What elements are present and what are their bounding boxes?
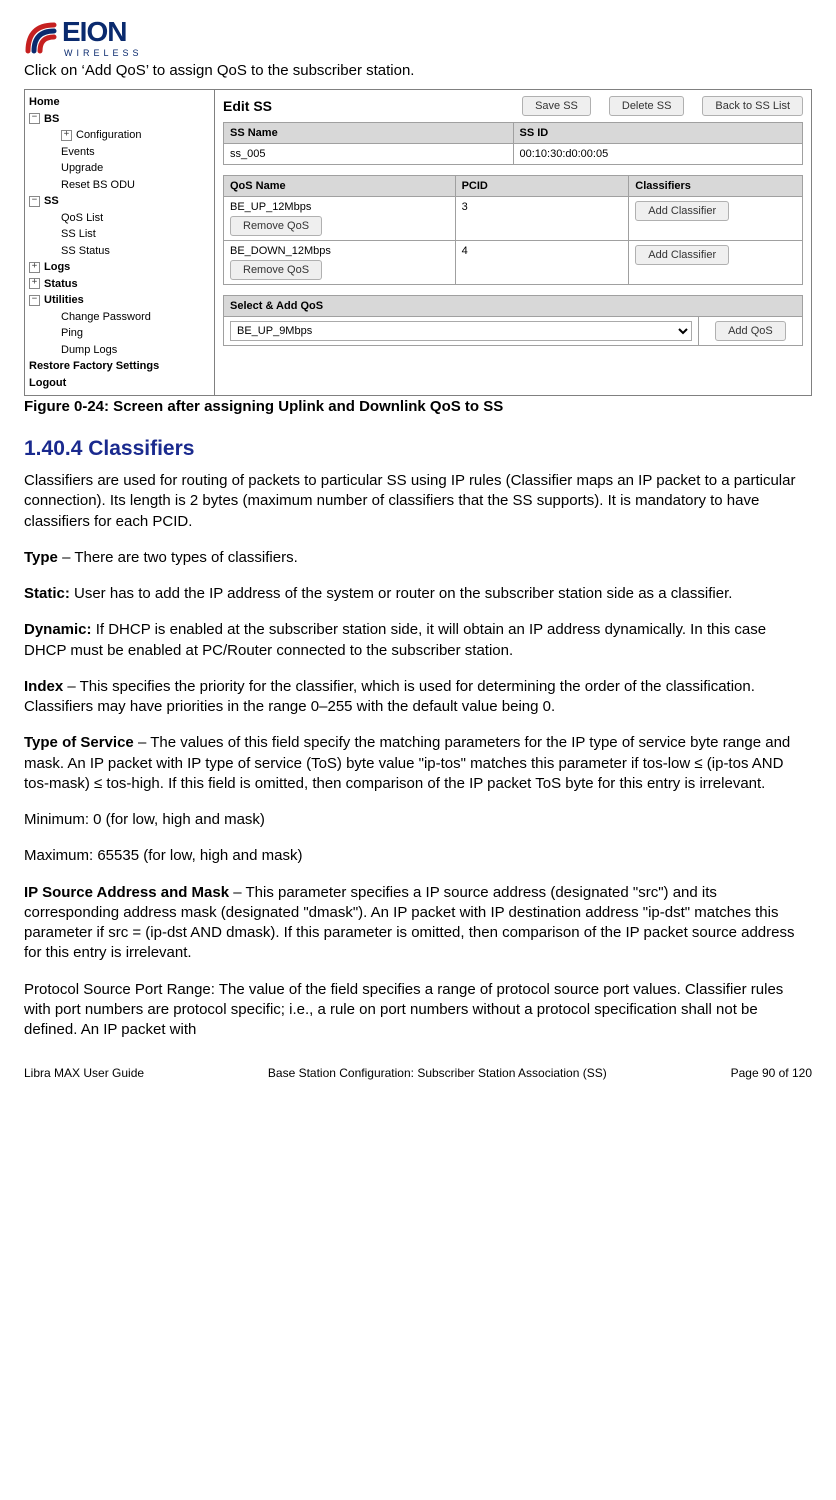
nav-util-dump[interactable]: Dump Logs xyxy=(29,342,212,359)
screenshot-panel: Home −BS +Configuration Events Upgrade R… xyxy=(24,89,812,396)
nav-ss[interactable]: SS xyxy=(44,193,59,210)
qos-select[interactable]: BE_UP_9Mbps xyxy=(230,321,692,341)
field-label: Index xyxy=(24,678,63,695)
table-row: BE_UP_12Mbps Remove QoS 3 Add Classifier xyxy=(224,197,803,241)
ssname-value: ss_005 xyxy=(224,144,514,165)
nav-status[interactable]: Status xyxy=(44,276,78,293)
brand-tagline: WIRELESS xyxy=(64,49,143,58)
addqos-header: Select & Add QoS xyxy=(224,296,803,317)
brand-logo: EION WIRELESS xyxy=(24,18,812,58)
qos-name: BE_DOWN_12Mbps xyxy=(230,245,449,257)
body-paragraph: Static: User has to add the IP address o… xyxy=(24,584,812,604)
nav-util-ping[interactable]: Ping xyxy=(29,325,212,342)
remove-qos-button[interactable]: Remove QoS xyxy=(230,260,322,280)
field-label: Type xyxy=(24,549,58,566)
body-paragraph: Type of Service – The values of this fie… xyxy=(24,733,812,794)
footer-left: Libra MAX User Guide xyxy=(24,1066,144,1080)
delete-ss-button[interactable]: Delete SS xyxy=(609,96,685,116)
section-heading: 1.40.4 Classifiers xyxy=(24,437,812,461)
ssname-header: SS Name xyxy=(224,123,514,144)
content-pane: Edit SS Save SS Delete SS Back to SS Lis… xyxy=(215,90,811,395)
expand-icon[interactable]: + xyxy=(29,278,40,289)
body-paragraph: Maximum: 65535 (for low, high and mask) xyxy=(24,846,812,866)
nav-bs[interactable]: BS xyxy=(44,111,59,128)
pcid-value: 3 xyxy=(455,197,629,241)
field-label: Dynamic: xyxy=(24,621,92,638)
nav-restore[interactable]: Restore Factory Settings xyxy=(29,358,212,375)
collapse-icon[interactable]: − xyxy=(29,113,40,124)
nav-bs-events[interactable]: Events xyxy=(29,144,212,161)
qos-name: BE_UP_12Mbps xyxy=(230,201,449,213)
field-label: Static: xyxy=(24,585,70,602)
collapse-icon[interactable]: − xyxy=(29,295,40,306)
nav-home[interactable]: Home xyxy=(29,94,212,111)
footer-right: Page 90 of 120 xyxy=(731,1066,812,1080)
add-qos-button[interactable]: Add QoS xyxy=(715,321,786,341)
nav-ss-sslist[interactable]: SS List xyxy=(29,226,212,243)
add-qos-table: Select & Add QoS BE_UP_9Mbps Add QoS xyxy=(223,295,803,346)
intro-text: Click on ‘Add QoS’ to assign QoS to the … xyxy=(24,62,812,79)
qos-table: QoS Name PCID Classifiers BE_UP_12Mbps R… xyxy=(223,175,803,285)
ss-identity-table: SS Name SS ID ss_005 00:10:30:d0:00:05 xyxy=(223,122,803,165)
pcid-value: 4 xyxy=(455,241,629,285)
panel-title: Edit SS xyxy=(223,98,272,114)
body-paragraph: IP Source Address and Mask – This parame… xyxy=(24,883,812,964)
expand-icon[interactable]: + xyxy=(29,262,40,273)
body-paragraph: Protocol Source Port Range: The value of… xyxy=(24,980,812,1041)
field-label: IP Source Address and Mask xyxy=(24,884,229,901)
field-label: Type of Service xyxy=(24,734,134,751)
brand-name: EION xyxy=(62,18,143,46)
pcid-header: PCID xyxy=(455,176,629,197)
collapse-icon[interactable]: − xyxy=(29,196,40,207)
nav-bs-upgrade[interactable]: Upgrade xyxy=(29,160,212,177)
nav-bs-config[interactable]: Configuration xyxy=(76,127,141,144)
add-classifier-button[interactable]: Add Classifier xyxy=(635,245,729,265)
back-to-list-button[interactable]: Back to SS List xyxy=(702,96,803,116)
nav-logs[interactable]: Logs xyxy=(44,259,70,276)
body-paragraph: Index – This specifies the priority for … xyxy=(24,677,812,718)
table-row: BE_DOWN_12Mbps Remove QoS 4 Add Classifi… xyxy=(224,241,803,285)
ssid-value: 00:10:30:d0:00:05 xyxy=(513,144,803,165)
figure-caption: Figure 0-24: Screen after assigning Upli… xyxy=(24,398,812,415)
remove-qos-button[interactable]: Remove QoS xyxy=(230,216,322,236)
body-paragraph: Type – There are two types of classifier… xyxy=(24,548,812,568)
body-paragraph: Dynamic: If DHCP is enabled at the subsc… xyxy=(24,620,812,661)
qosname-header: QoS Name xyxy=(224,176,456,197)
classifiers-header: Classifiers xyxy=(629,176,803,197)
page-footer: Libra MAX User Guide Base Station Config… xyxy=(24,1066,812,1080)
add-classifier-button[interactable]: Add Classifier xyxy=(635,201,729,221)
nav-utilities[interactable]: Utilities xyxy=(44,292,84,309)
save-ss-button[interactable]: Save SS xyxy=(522,96,591,116)
nav-ss-qoslist[interactable]: QoS List xyxy=(29,210,212,227)
nav-util-pass[interactable]: Change Password xyxy=(29,309,212,326)
body-paragraph: Classifiers are used for routing of pack… xyxy=(24,471,812,532)
ssid-header: SS ID xyxy=(513,123,803,144)
nav-bs-reset[interactable]: Reset BS ODU xyxy=(29,177,212,194)
expand-icon[interactable]: + xyxy=(61,130,72,141)
logo-icon xyxy=(24,21,58,55)
footer-mid: Base Station Configuration: Subscriber S… xyxy=(268,1066,607,1080)
nav-logout[interactable]: Logout xyxy=(29,375,212,392)
body-paragraph: Minimum: 0 (for low, high and mask) xyxy=(24,810,812,830)
nav-sidebar: Home −BS +Configuration Events Upgrade R… xyxy=(25,90,215,395)
nav-ss-status[interactable]: SS Status xyxy=(29,243,212,260)
